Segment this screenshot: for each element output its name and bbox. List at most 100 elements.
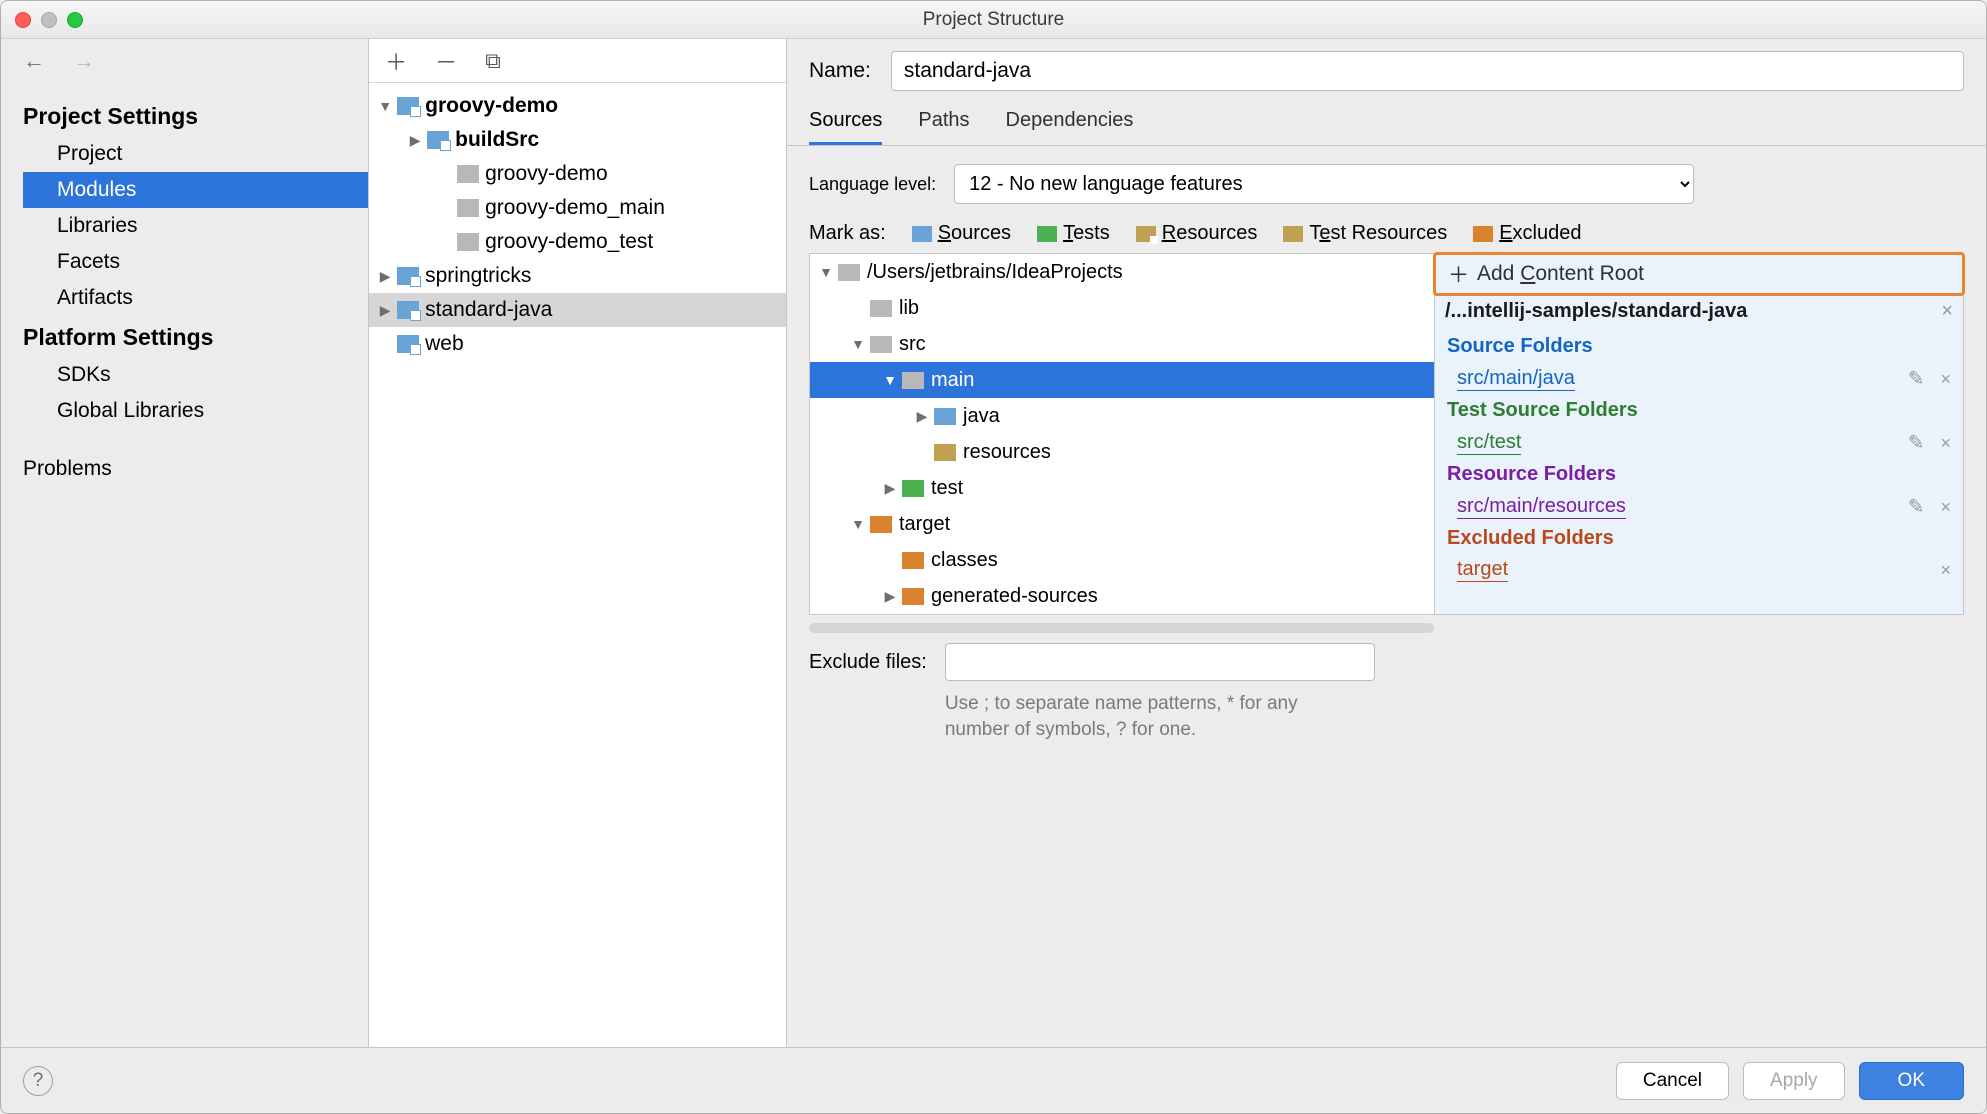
mark-as-label: Mark as: xyxy=(809,222,886,245)
source-tree-item[interactable]: lib xyxy=(810,290,1434,326)
edit-icon[interactable]: ✎ xyxy=(1908,368,1925,390)
module-label: buildSrc xyxy=(455,128,539,152)
chevron-right-icon[interactable] xyxy=(882,480,898,497)
source-tree-item[interactable]: classes xyxy=(810,542,1434,578)
folder-group-item[interactable]: target × xyxy=(1435,556,1963,584)
sidebar-item-sdks[interactable]: SDKs xyxy=(23,357,368,393)
source-tree-item[interactable]: java xyxy=(810,398,1434,434)
help-icon[interactable]: ? xyxy=(23,1066,53,1096)
chevron-right-icon[interactable] xyxy=(377,268,393,285)
remove-icon[interactable]: × xyxy=(1940,369,1951,389)
language-level-label: Language level: xyxy=(809,174,936,195)
chevron-right-icon[interactable] xyxy=(407,132,423,149)
content-root-path[interactable]: /...intellij-samples/standard-java × xyxy=(1435,294,1963,329)
mark-excluded-button[interactable]: Excluded xyxy=(1473,222,1581,245)
module-icon xyxy=(397,335,419,353)
folder-path: target xyxy=(1457,558,1508,582)
apply-button[interactable]: Apply xyxy=(1743,1062,1845,1100)
add-module-icon[interactable]: ＋ xyxy=(385,45,407,77)
folder-icon xyxy=(870,300,892,317)
folder-icon xyxy=(934,408,956,425)
nav-back-icon[interactable]: ← xyxy=(23,48,45,74)
module-icon xyxy=(397,267,419,285)
folder-icon xyxy=(934,444,956,461)
module-icon xyxy=(397,301,419,319)
source-tree-item[interactable]: generated-sources xyxy=(810,578,1434,614)
folder-icon xyxy=(902,552,924,569)
platform-settings-header: Platform Settings xyxy=(23,324,368,351)
sidebar-item-problems[interactable]: Problems xyxy=(23,451,368,487)
folder-label: /Users/jetbrains/IdeaProjects xyxy=(867,261,1123,284)
cancel-button[interactable]: Cancel xyxy=(1616,1062,1729,1100)
module-tree-item[interactable]: groovy-demo_test xyxy=(369,225,786,259)
source-tree-item[interactable]: target xyxy=(810,506,1434,542)
chevron-down-icon[interactable] xyxy=(850,516,866,532)
folder-icon xyxy=(902,588,924,605)
folder-path: src/test xyxy=(1457,431,1521,455)
exclude-files-input[interactable] xyxy=(945,643,1375,681)
sidebar-item-facets[interactable]: Facets xyxy=(23,244,368,280)
project-structure-window: Project Structure ← → Project Settings P… xyxy=(0,0,1987,1114)
edit-icon[interactable]: ✎ xyxy=(1908,496,1925,518)
module-tree-item[interactable]: web xyxy=(369,327,786,361)
resources-icon xyxy=(1136,226,1156,242)
chevron-down-icon[interactable] xyxy=(377,98,393,114)
source-tree-item[interactable]: src xyxy=(810,326,1434,362)
folder-group-item[interactable]: src/test ✎ × xyxy=(1435,428,1963,457)
module-tree-pane: ＋ － ⧉ groovy-demobuildSrcgroovy-demogroo… xyxy=(369,39,787,1047)
tests-icon xyxy=(1037,226,1057,242)
source-tree-item[interactable]: test xyxy=(810,470,1434,506)
sidebar-item-modules[interactable]: Modules xyxy=(23,172,368,208)
module-label: springtricks xyxy=(425,264,531,288)
folder-label: resources xyxy=(963,441,1051,464)
tab-dependencies[interactable]: Dependencies xyxy=(1006,109,1134,145)
source-tree-item[interactable]: resources xyxy=(810,434,1434,470)
folder-group-item[interactable]: src/main/java✎× xyxy=(1435,364,1963,393)
ok-button[interactable]: OK xyxy=(1859,1062,1964,1100)
remove-icon[interactable]: × xyxy=(1940,560,1951,580)
excluded-icon xyxy=(1473,226,1493,242)
chevron-right-icon[interactable] xyxy=(882,588,898,605)
tab-sources[interactable]: Sources xyxy=(809,109,882,145)
chevron-down-icon[interactable] xyxy=(818,264,834,280)
chevron-right-icon[interactable] xyxy=(377,302,393,319)
folder-group-header: Excluded Folders xyxy=(1435,521,1963,556)
module-tree-item[interactable]: groovy-demo xyxy=(369,89,786,123)
module-name-input[interactable] xyxy=(891,51,1964,91)
sidebar-item-project[interactable]: Project xyxy=(23,136,368,172)
add-content-root-button[interactable]: ＋ Add Content Root xyxy=(1433,252,1965,296)
chevron-down-icon[interactable] xyxy=(850,336,866,352)
folder-icon xyxy=(870,336,892,353)
mark-test-resources-button[interactable]: Test Resources xyxy=(1283,222,1447,245)
chevron-down-icon[interactable] xyxy=(882,372,898,388)
remove-content-root-icon[interactable]: × xyxy=(1941,300,1953,323)
module-tree-item[interactable]: buildSrc xyxy=(369,123,786,157)
mark-resources-button[interactable]: Resources xyxy=(1136,222,1258,245)
module-tree-item[interactable]: springtricks xyxy=(369,259,786,293)
sidebar-item-global-libraries[interactable]: Global Libraries xyxy=(23,393,368,429)
remove-icon[interactable]: × xyxy=(1940,497,1951,517)
sidebar-item-libraries[interactable]: Libraries xyxy=(23,208,368,244)
remove-module-icon[interactable]: － xyxy=(435,45,457,77)
sidebar-item-artifacts[interactable]: Artifacts xyxy=(23,280,368,316)
edit-icon[interactable]: ✎ xyxy=(1908,432,1925,454)
language-level-select[interactable]: 12 - No new language features xyxy=(954,164,1694,204)
chevron-right-icon[interactable] xyxy=(914,408,930,425)
horizontal-scrollbar[interactable] xyxy=(809,623,1434,633)
folder-label: classes xyxy=(931,549,998,572)
mark-sources-button[interactable]: Sources xyxy=(912,222,1011,245)
source-folder-tree[interactable]: /Users/jetbrains/IdeaProjects libsrcmainj… xyxy=(809,253,1434,615)
source-tree-item[interactable]: /Users/jetbrains/IdeaProjects xyxy=(810,254,1434,290)
mark-tests-button[interactable]: Tests xyxy=(1037,222,1110,245)
module-tree-item[interactable]: groovy-demo xyxy=(369,157,786,191)
nav-forward-icon[interactable]: → xyxy=(73,48,95,74)
module-tree-item[interactable]: standard-java xyxy=(369,293,786,327)
folder-group-item[interactable]: src/main/resources✎× xyxy=(1435,492,1963,521)
copy-module-icon[interactable]: ⧉ xyxy=(485,48,501,74)
tab-paths[interactable]: Paths xyxy=(918,109,969,145)
module-tree-item[interactable]: groovy-demo_main xyxy=(369,191,786,225)
module-icon xyxy=(427,131,449,149)
source-tree-item[interactable]: main xyxy=(810,362,1434,398)
dialog-footer: ? Cancel Apply OK xyxy=(1,1047,1986,1113)
remove-icon[interactable]: × xyxy=(1940,433,1951,453)
